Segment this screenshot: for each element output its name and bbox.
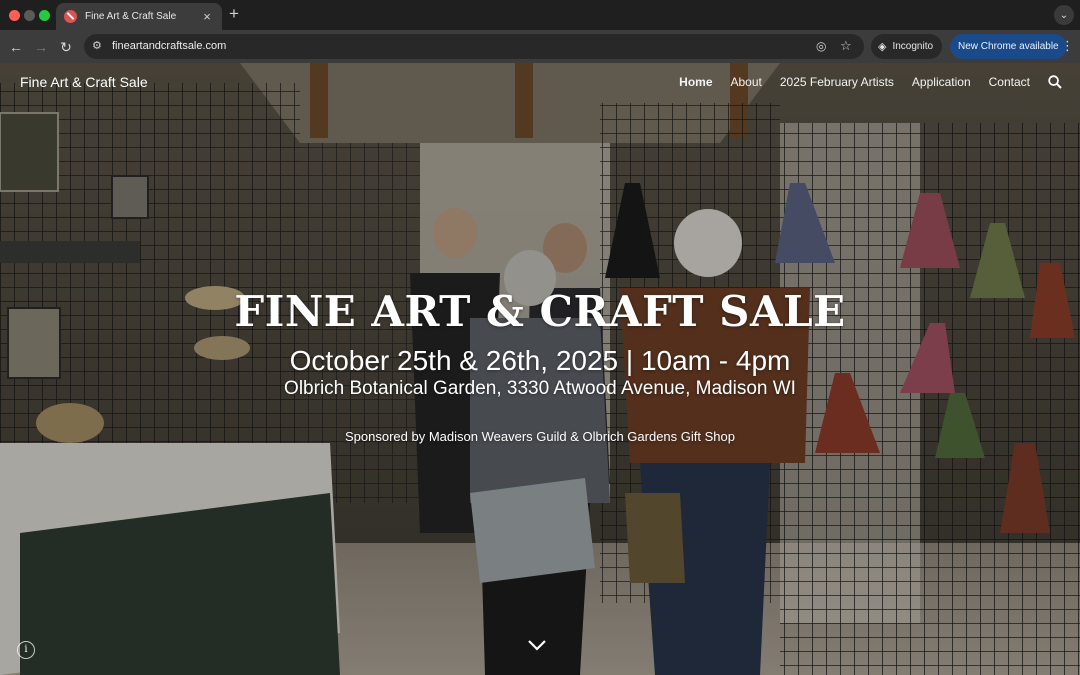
address-bar[interactable]: ⚙ fineartandcraftsale.com ◎ ☆ [84,34,864,59]
close-window-button[interactable] [9,10,20,21]
tab-close-icon[interactable]: × [200,10,214,23]
site-header: Fine Art & Craft Sale Home About 2025 Fe… [0,63,1080,103]
web-page: Fine Art & Craft Sale Home About 2025 Fe… [0,63,1080,675]
browser-tab[interactable]: Fine Art & Craft Sale × [56,3,222,30]
tab-title: Fine Art & Craft Sale [85,11,177,22]
browser-tab-bar: Fine Art & Craft Sale × + ⌄ [0,0,1080,30]
browser-toolbar: ← → ↻ ⚙ fineartandcraftsale.com ◎ ☆ ◈ In… [0,30,1080,63]
hero-sponsor: Sponsored by Madison Weavers Guild & Olb… [345,429,735,444]
nav-2025-february-artists[interactable]: 2025 February Artists [780,75,894,89]
incognito-indicator[interactable]: ◈ Incognito [871,34,943,59]
nav-application[interactable]: Application [912,75,971,89]
new-tab-button[interactable]: + [229,5,239,23]
maximize-window-button[interactable] [39,10,50,21]
eye-off-icon[interactable]: ◎ [816,39,826,54]
site-favicon-icon [64,10,77,23]
tab-search-button[interactable]: ⌄ [1054,5,1074,25]
bookmark-star-icon[interactable]: ☆ [840,38,852,54]
site-title-link[interactable]: Fine Art & Craft Sale [20,74,148,90]
incognito-label: Incognito [892,41,934,52]
hero-title: FINE ART & CRAFT SALE [234,287,846,336]
nav-about[interactable]: About [731,75,762,89]
info-icon[interactable]: i [17,641,35,659]
url-text[interactable]: fineartandcraftsale.com [112,39,226,54]
reload-button[interactable]: ↻ [56,37,76,57]
chevron-down-icon[interactable] [526,637,548,653]
hero-location: Olbrich Botanical Garden, 3330 Atwood Av… [284,378,796,399]
back-button[interactable]: ← [6,37,26,57]
minimize-window-button[interactable] [24,10,35,21]
forward-button[interactable]: → [31,37,51,57]
hero-dates: October 25th & 26th, 2025 | 10am - 4pm [289,345,791,376]
main-navigation: Home About 2025 February Artists Applica… [679,75,1030,89]
site-info-icon[interactable]: ⚙ [92,40,102,53]
nav-home[interactable]: Home [679,75,712,89]
new-chrome-available-button[interactable]: New Chrome available [950,34,1067,59]
incognito-icon: ◈ [878,41,887,53]
nav-contact[interactable]: Contact [989,75,1030,89]
browser-menu-icon[interactable]: ⋮ [1061,39,1074,53]
search-icon[interactable] [1048,75,1062,89]
